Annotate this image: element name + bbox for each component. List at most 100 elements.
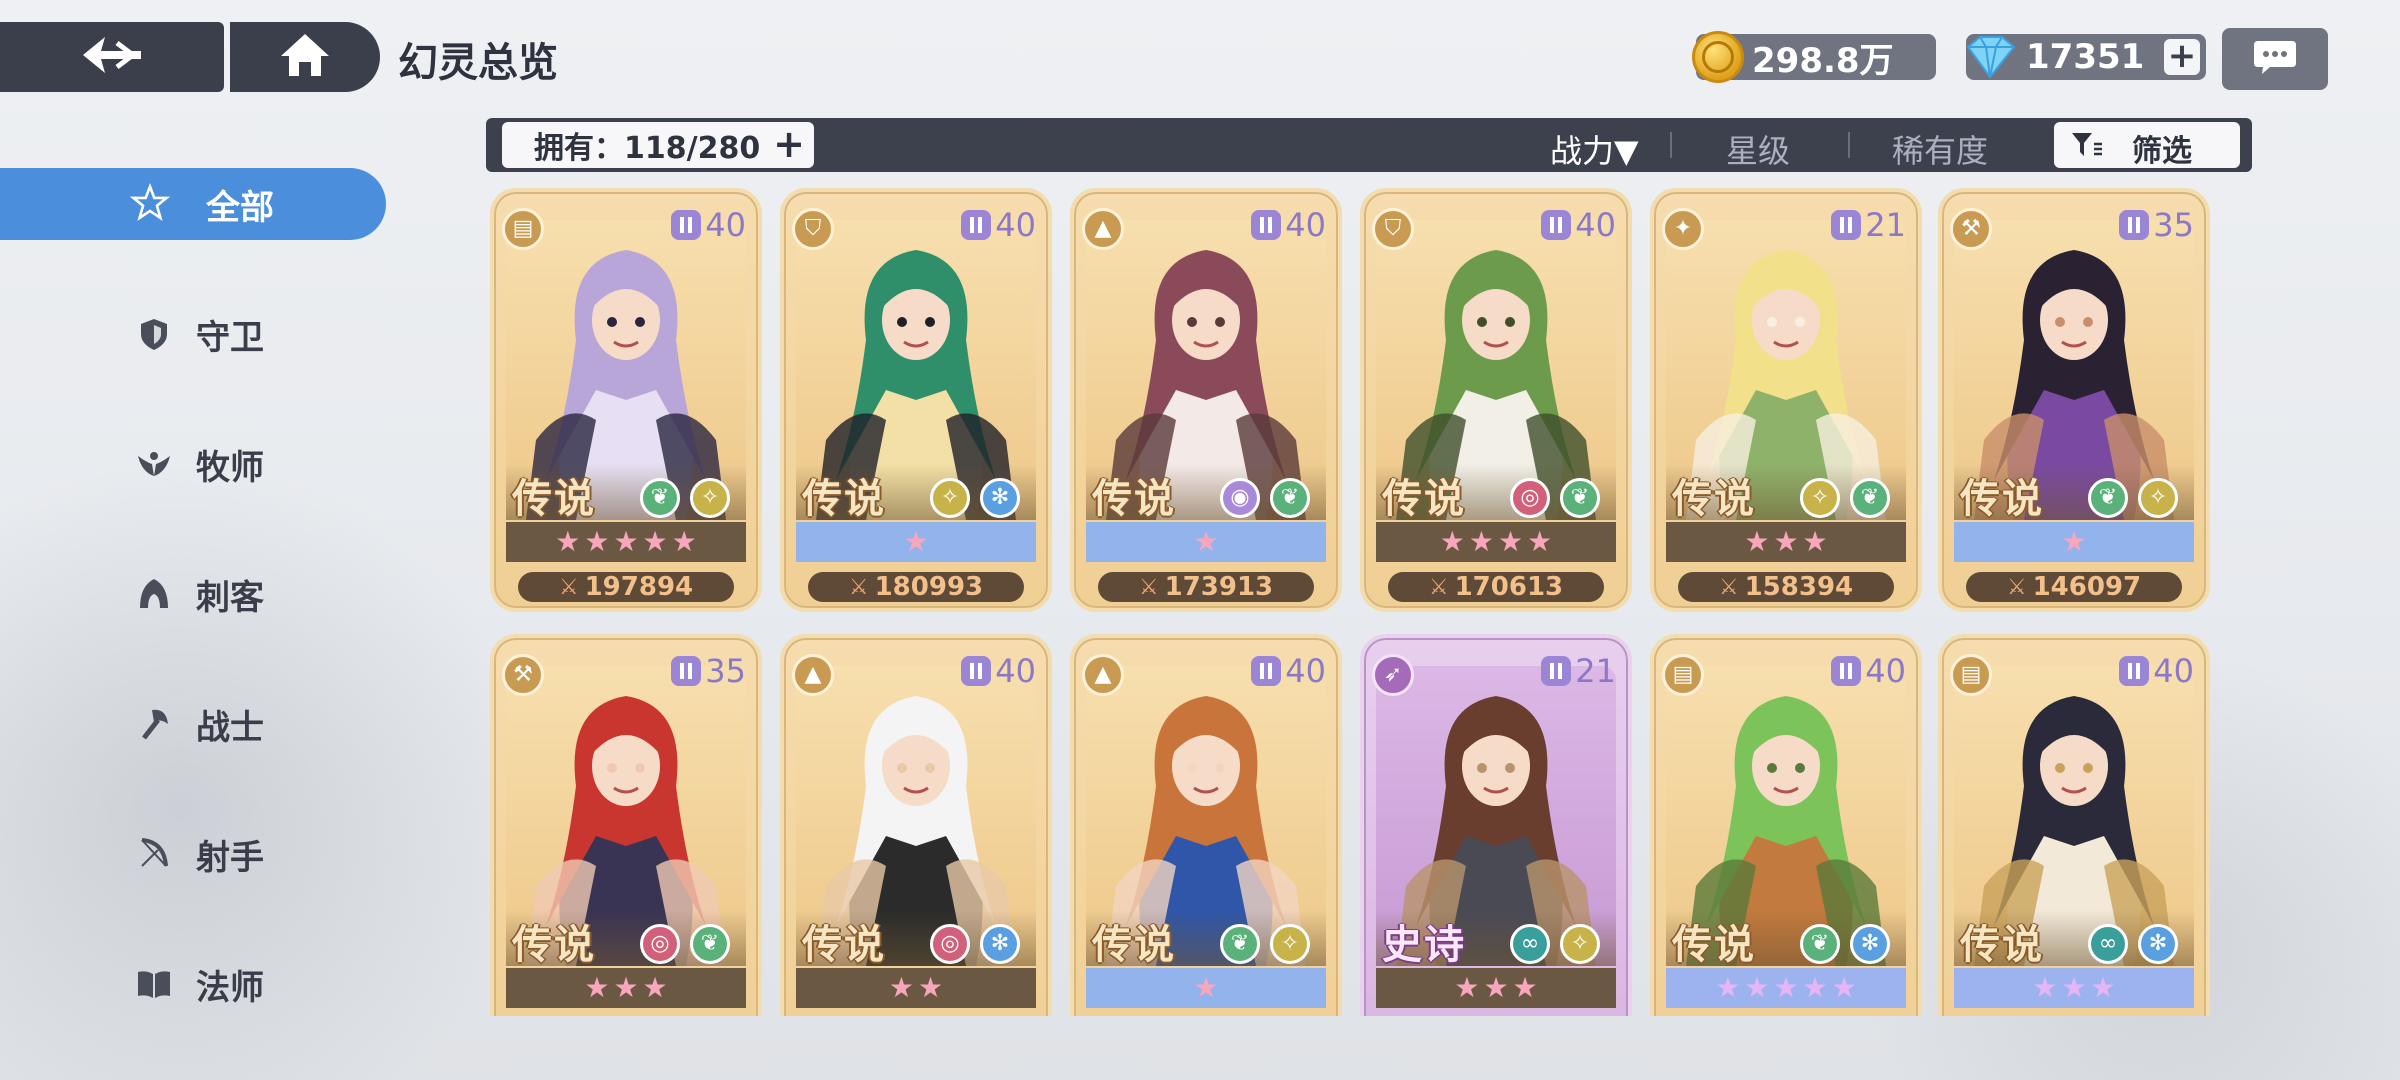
add-gems-button[interactable]: + [2164, 39, 2200, 75]
spirit-card[interactable]: ▤ 40 传说 ∞ ✻ ★ ★ ★ [1938, 634, 2210, 1016]
sidebar-item-priest[interactable]: 牧师 [0, 428, 386, 500]
back-arrow-icon [77, 33, 147, 81]
tier-icon [961, 656, 992, 686]
crossed-swords-icon: ⚔ [1718, 574, 1739, 600]
rarity-label: 传说 [802, 922, 886, 968]
spirit-card[interactable]: ➶ 21 史诗 ∞ ✧ ★ ★ ★ [1360, 634, 1632, 1016]
snow-icon: ✻ [980, 478, 1020, 518]
spirit-card[interactable]: ▤ 40 传说 ❦ ✧ ★ ★ ★ ★ ★ ⚔ 197894 [490, 188, 762, 612]
home-button[interactable] [230, 22, 380, 92]
star-rating: ★ ★ ★ [1666, 522, 1906, 562]
star-rating: ★ ★ ★ ★ [1376, 522, 1616, 562]
level-indicator: 40 [1541, 206, 1616, 244]
leaf-icon: ❦ [1800, 924, 1840, 964]
combat-power: ⚔ 146097 [1966, 572, 2182, 602]
level-indicator: 35 [671, 652, 746, 690]
leaf-icon: ❦ [1220, 924, 1260, 964]
leaf-icon: ❦ [690, 924, 730, 964]
star-icon: ★ [1483, 971, 1509, 1004]
spirit-card[interactable]: ⛉ 40 传说 ◎ ❦ ★ ★ ★ ★ ⚔ 170613 [1360, 188, 1632, 612]
rarity-label: 传说 [1960, 476, 2044, 522]
star-icon: ★ [1193, 971, 1219, 1004]
swirl-icon: ◎ [1510, 478, 1550, 518]
spirit-card[interactable]: ⛉ 40 传说 ✧ ✻ ★ ⚔ 180993 [780, 188, 1052, 612]
sort-power-tab[interactable]: 战力▼ [1550, 126, 1639, 172]
star-icon: ★ [613, 525, 639, 558]
coin-amount: 298.8万 [1752, 40, 1894, 81]
rarity-label: 传说 [1960, 922, 2044, 968]
sidebar-item-assassin[interactable]: 刺客 [0, 558, 386, 630]
combat-power: ⚔ 197894 [518, 572, 734, 602]
owned-counter: 拥有：118/280 + [502, 122, 814, 168]
sidebar-item-warrior[interactable]: 战士 [0, 688, 386, 760]
sidebar-item-archer[interactable]: 射手 [0, 818, 386, 890]
snow-icon: ✻ [1850, 924, 1890, 964]
spirit-card[interactable]: ▲ 40 传说 ◉ ❦ ★ ⚔ 173913 [1070, 188, 1342, 612]
wings-icon: ✧ [930, 478, 970, 518]
combat-power-value: 197894 [584, 572, 694, 602]
level-number: 35 [705, 652, 746, 690]
star-icon: ★ [1193, 525, 1219, 558]
combat-power: ⚔ 180993 [808, 572, 1024, 602]
coin-icon [1692, 31, 1744, 83]
crossed-swords-icon: ⚔ [558, 574, 579, 600]
sidebar-item-mage[interactable]: 法师 [0, 948, 386, 1020]
tier-icon [2119, 210, 2150, 240]
sidebar-item-all[interactable]: 全部 [0, 168, 386, 240]
level-number: 40 [705, 206, 746, 244]
spirit-card[interactable]: ✦ 21 传说 ✧ ❦ ★ ★ ★ ⚔ 158394 [1650, 188, 1922, 612]
combat-power: ⚔ 158394 [1678, 572, 1894, 602]
combat-power-value: 173913 [1164, 572, 1274, 602]
tier-icon [671, 656, 702, 686]
star-icon: ★ [2032, 971, 2058, 1004]
sort-star-tab[interactable]: 星级 [1726, 126, 1790, 172]
chat-button[interactable] [2222, 28, 2328, 90]
back-button[interactable] [0, 22, 224, 92]
level-number: 40 [995, 206, 1036, 244]
sort-rarity-tab[interactable]: 稀有度 [1892, 126, 1988, 172]
rarity-label: 传说 [512, 476, 596, 522]
spirit-card[interactable]: ▤ 40 传说 ❦ ✻ ★ ★ ★ ★ ★ [1650, 634, 1922, 1016]
star-icon: ★ [584, 971, 610, 1004]
eye-icon: ◉ [1220, 478, 1260, 518]
sidebar-item-label: 牧师 [196, 447, 264, 488]
star-icon: ★ [642, 525, 668, 558]
spirit-card[interactable]: ⚒ 35 传说 ◎ ❦ ★ ★ ★ [490, 634, 762, 1016]
star-rating: ★ [1086, 522, 1326, 562]
level-number: 21 [1865, 206, 1906, 244]
rarity-label: 传说 [1382, 476, 1466, 522]
spirit-card[interactable]: ⚒ 35 传说 ❦ ✧ ★ ⚔ 146097 [1938, 188, 2210, 612]
star-icon: ★ [1468, 525, 1494, 558]
leaf-icon: ❦ [1560, 478, 1600, 518]
wings-icon: ✧ [1800, 478, 1840, 518]
axe-icon [134, 704, 174, 744]
star-icon: ★ [671, 525, 697, 558]
star-icon: ★ [2061, 525, 2087, 558]
filter-button[interactable]: 筛选 [2054, 122, 2240, 169]
sidebar-item-guardian[interactable]: 守卫 [0, 298, 386, 370]
book-icon: ▤ [1950, 654, 1992, 696]
spirit-card[interactable]: ▲ 40 传说 ❦ ✧ ★ [1070, 634, 1342, 1016]
star-icon: ★ [2090, 971, 2116, 1004]
star-icon: ★ [1439, 525, 1465, 558]
level-number: 40 [1285, 652, 1326, 690]
rarity-label: 史诗 [1382, 922, 1466, 968]
star-icon: ★ [1744, 971, 1770, 1004]
chat-bubble-icon [2252, 37, 2298, 81]
rarity-label: 传说 [512, 922, 596, 968]
book-icon [134, 964, 174, 1004]
level-indicator: 35 [2119, 206, 2194, 244]
level-indicator: 40 [671, 206, 746, 244]
sidebar-item-label: 刺客 [196, 577, 264, 618]
spirit-card[interactable]: ▲ 40 传说 ◎ ✻ ★ ★ [780, 634, 1052, 1016]
star-rating: ★ ★ [796, 968, 1036, 1008]
level-indicator: 40 [1251, 206, 1326, 244]
expand-slots-button[interactable]: + [770, 125, 808, 164]
star-icon: ★ [642, 971, 668, 1004]
level-number: 40 [1575, 206, 1616, 244]
page-title: 幻灵总览 [398, 40, 558, 86]
all-icon [130, 182, 170, 224]
combat-power-value: 158394 [1744, 572, 1854, 602]
leaf-icon: ❦ [1850, 478, 1890, 518]
combat-power-value: 170613 [1454, 572, 1564, 602]
